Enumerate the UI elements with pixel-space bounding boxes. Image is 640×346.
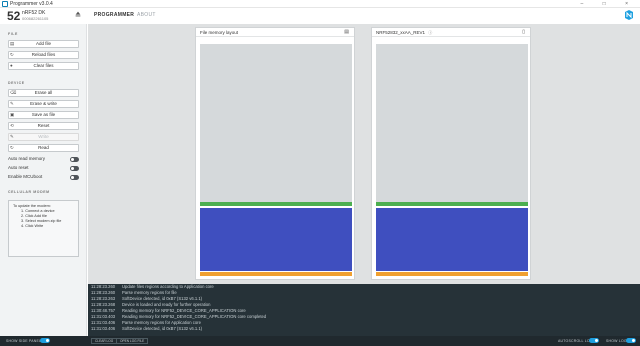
device-serial: 000682261105 [22,16,49,21]
show-side-panel-label: SHOW SIDE PANEL [6,339,42,343]
help-step: 4. Click Write [21,224,44,228]
help-steps: 1. Connect a device 2. Click Add file 3.… [13,209,74,229]
auto-reset-toggle[interactable] [70,166,79,171]
device-section-title: DEVICE [8,81,25,85]
window-titlebar: Programmer v3.0.4 – □ × [0,0,640,8]
nordic-logo-icon [625,10,633,20]
reset-label: Reset [37,123,50,128]
info-icon[interactable]: ⓘ [428,30,432,35]
read-button[interactable]: ↻ Read [8,144,79,152]
file-memory-header: File memory layout ▤ [196,28,354,37]
cellular-section-title: CELLULAR MODEM [8,190,50,194]
memory-empty-region [376,44,528,202]
chip-icon: ▯ [522,29,525,35]
window-title: Programmer v3.0.4 [10,1,53,7]
write-button[interactable]: ✎ Write [8,133,79,141]
eraser-icon: ⌫ [10,90,17,95]
auto-read-memory-label: Auto read memory [8,156,46,161]
memory-application-region[interactable] [200,208,352,271]
open-log-file-button[interactable]: OPEN LOG FILE [116,338,149,344]
clear-icon: ● [10,63,13,68]
erase-all-label: Erase all [34,90,53,95]
memory-mbr-region[interactable] [200,272,352,276]
enable-mcuboot-label: Enable MCUboot [8,174,43,179]
autoscroll-log-label: AUTOSCROLL LOG [558,339,593,343]
enable-mcuboot-row: Enable MCUboot [8,174,79,180]
refresh-icon: ↻ [10,52,14,57]
enable-mcuboot-toggle[interactable] [70,175,79,180]
device-memory-title: NRF52832_xxAA_REV1 [376,30,426,35]
tab-programmer[interactable]: PROGRAMMER [94,12,134,18]
autoscroll-log-toggle[interactable] [589,338,599,343]
reload-files-button[interactable]: ↻ Reload files [8,51,79,59]
show-side-panel-toggle[interactable] [40,338,50,343]
footer-bar: SHOW SIDE PANEL CLEAR LOG OPEN LOG FILE … [0,336,640,346]
folder-open-icon: ▤ [10,41,15,46]
file-section-title: FILE [8,32,18,36]
read-label: Read [38,145,49,150]
app-icon [2,1,8,7]
device-short-id[interactable]: 52 [7,9,20,23]
reset-icon: ⟲ [10,123,14,128]
tab-about[interactable]: ABOUT [137,12,156,18]
app-header: 52 nRF52 DK 000682261105 PROGRAMMER ABOU… [0,8,640,24]
clear-files-label: Clear files [33,63,54,68]
save-as-file-button[interactable]: ▣ Save as file [8,111,79,119]
sidebar: FILE ▤ Add file ↻ Reload files ● Clear f… [0,24,87,336]
erase-write-button[interactable]: ✎ Erase & write [8,100,79,108]
memory-application-region[interactable] [376,208,528,271]
reset-button[interactable]: ⟲ Reset [8,122,79,130]
add-file-label: Add file [35,41,51,46]
save-as-file-label: Save as file [31,112,56,117]
clear-files-button[interactable]: ● Clear files [8,62,79,70]
reload-files-label: Reload files [31,52,56,57]
file-memory-title: File memory layout [200,30,239,35]
files-icon[interactable]: ▤ [344,28,349,37]
auto-reset-label: Auto reset [8,165,29,170]
file-memory-map [200,44,352,276]
device-memory-header: NRF52832_xxAA_REV1 ⓘ ▯ [372,28,530,37]
window-controls[interactable]: – □ × [581,0,638,8]
device-memory-card: NRF52832_xxAA_REV1 ⓘ ▯ [371,27,531,280]
erase-write-label: Erase & write [30,101,57,106]
pencil-icon: ✎ [10,134,14,139]
refresh-icon: ↻ [10,145,14,150]
device-memory-map [376,44,528,276]
auto-reset-row: Auto reset [8,165,79,171]
erase-all-button[interactable]: ⌫ Erase all [8,89,79,97]
auto-read-memory-toggle[interactable] [70,157,79,162]
show-log-toggle[interactable] [626,338,636,343]
auto-read-memory-row: Auto read memory [8,156,79,162]
log-panel[interactable]: 11:28:23.260 Update files regions accordi… [88,284,640,336]
modem-help-box: To update the modem: 1. Connect a device… [8,200,79,257]
clear-log-button[interactable]: CLEAR LOG [91,338,118,344]
file-memory-card: File memory layout ▤ [195,27,355,280]
eject-icon[interactable] [75,11,81,17]
add-file-button[interactable]: ▤ Add file [8,40,79,48]
memory-empty-region [200,44,352,202]
save-icon: ▣ [10,112,15,117]
show-log-label: SHOW LOG [606,339,627,343]
log-entry: 11:31:03.406 SoftDevice detected, id 0xB7… [91,326,203,331]
main-area: File memory layout ▤ NRF52832_xxAA_REV1 … [88,24,640,284]
write-label: Write [38,134,49,139]
pencil-icon: ✎ [10,101,14,106]
memory-mbr-region[interactable] [376,272,528,276]
